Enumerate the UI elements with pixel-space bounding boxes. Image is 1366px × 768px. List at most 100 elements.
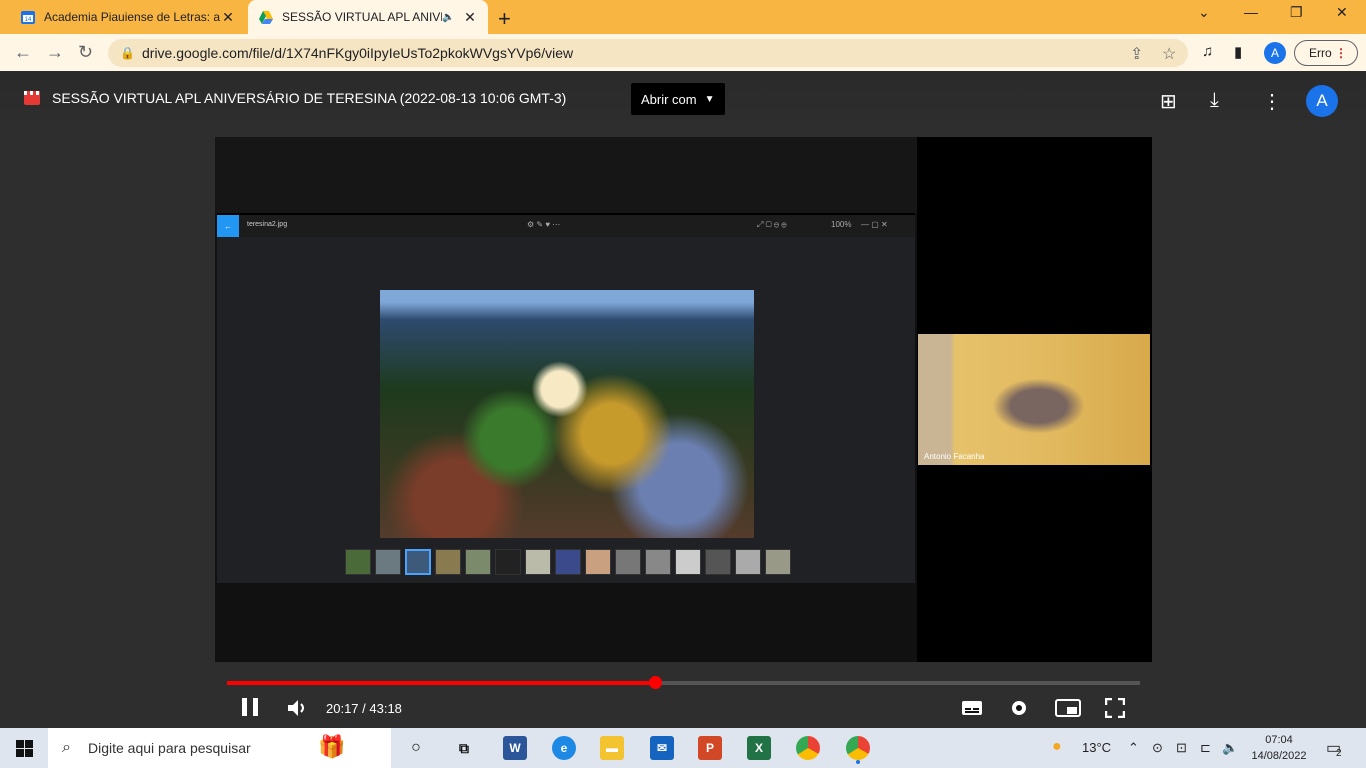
new-tab-button[interactable]: + [498,6,511,32]
speaker-icon[interactable]: 🔈 [1222,740,1238,756]
chevron-up-icon[interactable]: ⌃ [1128,740,1139,756]
thumbnail [465,549,491,575]
miniplayer-icon[interactable] [1055,699,1081,717]
edge-icon[interactable]: e [552,736,576,760]
taskbar: ⌕ Digite aqui para pesquisar 🎁 ○ ⧉ W e ▬… [0,728,1366,768]
open-with-label: Abrir com [641,91,697,107]
menu-icon: ⋮ [1335,46,1347,60]
thumbnail [735,549,761,575]
drive-header: SESSÃO VIRTUAL APL ANIVERSÁRIO DE TERESI… [0,71,1366,129]
clock-time: 07:04 [1265,734,1293,746]
close-icon[interactable]: ✕ [220,9,236,26]
subtitles-icon[interactable] [961,700,983,716]
thumbnail [675,549,701,575]
bookmark-star-icon[interactable]: ☆ [1162,44,1176,64]
tab-academia[interactable]: 14 Academia Piauiense de Letras: ag ✕ [10,0,246,34]
weather-sun-icon[interactable]: ● [1052,738,1062,756]
tab-strip: 14 Academia Piauiense de Letras: ag ✕ SE… [0,0,1366,34]
minimize-button[interactable]: — [1244,4,1258,20]
speaker-icon[interactable]: 🔈 [442,12,458,23]
progress-bar[interactable] [227,676,1140,689]
close-icon[interactable]: ✕ [462,9,478,26]
tab-search-icon[interactable]: ⌄ [1198,4,1210,21]
thumbnail [345,549,371,575]
powerpoint-icon[interactable]: P [698,736,722,760]
profile-avatar[interactable]: A [1264,42,1286,64]
caret-down-icon: ▼ [704,93,715,105]
taskbar-search-box[interactable]: ⌕ Digite aqui para pesquisar 🎁 [48,728,391,768]
participant-webcam: Antonio Facanha [918,334,1150,465]
windows-start-icon[interactable] [16,740,33,757]
participant-name: Antonio Facanha [924,452,985,461]
search-icon: ⌕ [62,739,71,756]
network-icon[interactable]: ⊏ [1200,740,1211,756]
thumbnail [615,549,641,575]
weather-temperature[interactable]: 13°C [1082,740,1111,755]
url-text: drive.google.com/file/d/1X74nFKgy0iIpyIe… [142,45,574,61]
back-icon[interactable]: ← [14,42,32,63]
file-title: SESSÃO VIRTUAL APL ANIVERSÁRIO DE TERESI… [24,90,566,106]
chrome-icon[interactable] [796,736,820,760]
shared-screen-image-viewer: ← teresina2.jpg ⚙ ✎ ♥ ⋯ ⤢ ▢ ⊖ ⊕ 100% — ▢… [217,213,915,583]
account-avatar[interactable]: A [1306,85,1338,117]
progress-played [227,681,656,685]
thumbnail [705,549,731,575]
error-button[interactable]: Erro ⋮ [1294,40,1358,66]
lock-icon: 🔒 [120,46,135,60]
forward-icon[interactable]: → [46,42,64,63]
defender-icon[interactable]: ⊡ [1176,740,1187,756]
add-shortcut-icon[interactable]: ⊞ [1160,89,1177,114]
viewer-toolbar: ← teresina2.jpg ⚙ ✎ ♥ ⋯ ⤢ ▢ ⊖ ⊕ 100% — ▢… [217,215,915,237]
open-with-button[interactable]: Abrir com ▼ [631,83,725,115]
scrubber-handle[interactable] [649,676,663,689]
google-drive-icon [259,11,273,24]
media-control-icon[interactable]: ♫ [1202,43,1213,60]
fullscreen-icon[interactable] [1105,698,1125,718]
system-clock[interactable]: 07:04 14/08/2022 [1248,732,1310,764]
error-label: Erro [1309,46,1332,60]
side-panel-icon[interactable]: ▮ [1234,43,1242,61]
clock-date: 14/08/2022 [1251,750,1307,762]
drive-viewer: SESSÃO VIRTUAL APL ANIVERSÁRIO DE TERESI… [0,71,1366,728]
excel-icon[interactable]: X [747,736,771,760]
chrome-active-icon[interactable] [846,736,870,760]
notification-count: 2 [1336,748,1342,759]
pause-icon[interactable] [241,697,259,717]
search-highlight-icon: 🎁 [318,734,346,759]
close-window-button[interactable]: ✕ [1336,4,1348,21]
settings-gear-icon[interactable] [1009,698,1029,718]
video-frame-top [215,137,917,213]
mail-icon[interactable]: ✉ [650,736,674,760]
video-player[interactable]: ← teresina2.jpg ⚙ ✎ ♥ ⋯ ⤢ ▢ ⊖ ⊕ 100% — ▢… [215,137,1152,718]
thumbnail [645,549,671,575]
toolbar: ← → ↻ 🔒 drive.google.com/file/d/1X74nFKg… [0,34,1366,71]
download-icon[interactable]: ⤓ [1210,89,1219,112]
thumbnail [495,549,521,575]
task-view-icon[interactable]: ⧉ [452,736,476,760]
tab-title: Academia Piauiense de Letras: ag [44,10,220,24]
more-options-icon[interactable]: ⋮ [1262,89,1282,114]
thumbnail [435,549,461,575]
thumbnail [375,549,401,575]
tab-drive-video[interactable]: SESSÃO VIRTUAL APL ANIVE 🔈 ✕ [248,0,488,34]
thumbnail-strip [345,549,791,577]
tab-title: SESSÃO VIRTUAL APL ANIVE [282,10,442,24]
reload-icon[interactable]: ↻ [78,42,93,63]
video-file-icon [24,91,40,105]
thumbnail [585,549,611,575]
volume-icon[interactable] [287,699,307,717]
restore-button[interactable]: ❐ [1290,4,1303,21]
address-bar[interactable]: 🔒 drive.google.com/file/d/1X74nFKgy0iIpy… [108,39,1188,67]
meet-icon[interactable]: ⊙ [1152,740,1163,756]
svg-text:14: 14 [25,17,32,23]
viewer-zoom-level: 100% [831,220,852,229]
search-placeholder: Digite aqui para pesquisar [88,740,251,756]
teresina-photo [380,290,754,538]
word-icon[interactable]: W [503,736,527,760]
thumbnail-selected [405,549,431,575]
thumbnail [765,549,791,575]
time-display: 20:17 / 43:18 [326,701,402,716]
cortana-icon[interactable]: ○ [404,736,428,760]
share-icon[interactable]: ⇪ [1130,44,1143,64]
file-explorer-icon[interactable]: ▬ [600,736,624,760]
